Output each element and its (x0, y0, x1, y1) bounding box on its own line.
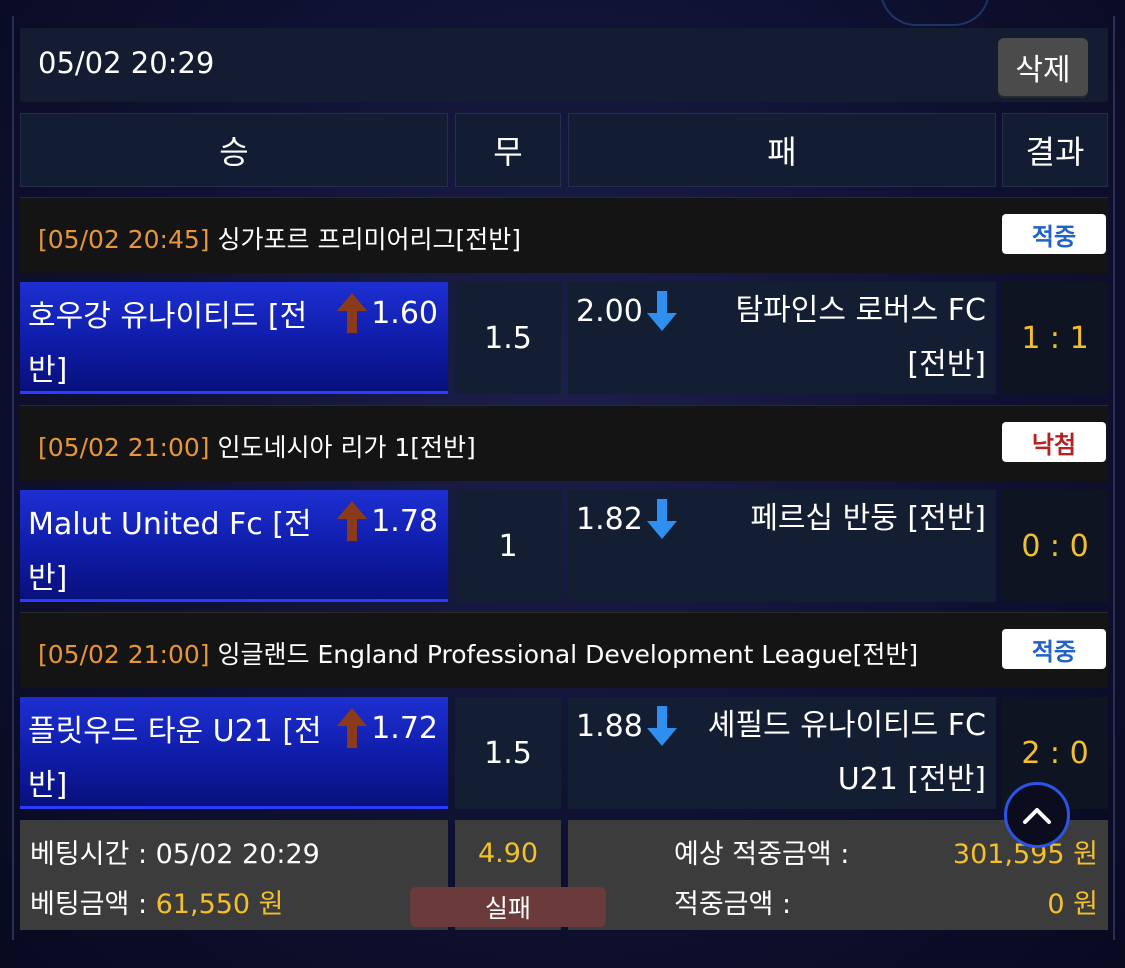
hit-amount-label: 적중금액 : (674, 889, 792, 920)
away-team-name: 셰필드 유나이티드 FC U21 [전반] (707, 708, 986, 797)
away-odds: 1.82 (576, 501, 643, 537)
league-name: 인도네시아 리가 1[전반] (217, 433, 476, 462)
draw-value[interactable]: 1 (455, 490, 561, 602)
away-odds-group: 1.88 (576, 701, 681, 751)
background-decoration (100, 944, 300, 968)
away-odds-group: 2.00 (576, 286, 681, 336)
match-score: 1 : 1 (1002, 282, 1108, 394)
bet-amount-value: 61,550 원 (155, 889, 284, 920)
away-odds: 1.88 (576, 708, 643, 744)
away-team-pick[interactable]: 1.88 셰필드 유나이티드 FC U21 [전반] (568, 697, 996, 809)
arrow-down-icon (646, 499, 677, 539)
arrow-up-icon (337, 293, 368, 333)
result-badge: 적중 (1002, 214, 1106, 254)
home-odds: 1.60 (371, 295, 438, 331)
home-odds: 1.72 (371, 710, 438, 746)
home-team-name: 플릿우드 타운 U21 [전반] (28, 714, 322, 803)
home-team-pick[interactable]: 호우강 유나이티드 [전반] 1.60 (20, 282, 448, 394)
result-badge: 낙첨 (1002, 422, 1106, 462)
bet-slip-header: 05/02 20:29 삭제 (20, 28, 1108, 102)
away-team-pick[interactable]: 2.00 탐파인스 로버스 FC [전반] (568, 282, 996, 394)
result-badge: 적중 (1002, 629, 1106, 669)
bet-status-badge: 실패 (410, 887, 606, 927)
home-odds-group: 1.72 (333, 703, 438, 753)
column-header-lose: 패 (568, 113, 996, 187)
home-team-pick[interactable]: 플릿우드 타운 U21 [전반] 1.72 (20, 697, 448, 809)
away-team-pick[interactable]: 1.82 페르십 반둥 [전반] (568, 490, 996, 602)
scroll-to-top-button[interactable] (1004, 782, 1070, 848)
league-title: [05/02 21:00] 잉글랜드 England Professional … (38, 635, 918, 671)
league-row: [05/02 21:00] 잉글랜드 England Professional … (20, 612, 1108, 688)
match-time: [05/02 21:00] (38, 433, 210, 462)
away-team-name: 탐파인스 로버스 FC [전반] (735, 293, 986, 382)
match-time: [05/02 21:00] (38, 640, 210, 669)
league-name: 잉글랜드 England Professional Development Le… (217, 640, 919, 669)
column-header-win: 승 (20, 113, 448, 187)
bet-amount-label: 베팅금액 : (30, 889, 156, 920)
arrow-up-icon (337, 708, 368, 748)
bet-amount-line: 베팅금액 : 61,550 원 (30, 882, 284, 921)
bet-time-value: 05/02 20:29 (155, 839, 320, 870)
total-odds-value: 4.90 (477, 838, 539, 869)
match-time: [05/02 20:45] (38, 225, 210, 254)
expected-win-label: 예상 적중금액 : (674, 839, 850, 870)
league-row: [05/02 20:45] 싱가포르 프리미어리그[전반] 적중 (20, 197, 1108, 273)
delete-button[interactable]: 삭제 (998, 38, 1088, 96)
away-team-name: 페르십 반둥 [전반] (750, 501, 986, 536)
league-title: [05/02 20:45] 싱가포르 프리미어리그[전반] (38, 220, 521, 256)
away-odds-group: 1.82 (576, 494, 681, 544)
chevron-up-icon (1023, 808, 1051, 824)
away-odds: 2.00 (576, 293, 643, 329)
home-team-name: 호우강 유나이티드 [전반] (28, 299, 308, 388)
column-header-draw: 무 (455, 113, 561, 187)
bet-timestamp: 05/02 20:29 (38, 46, 215, 80)
bet-time-line: 베팅시간 : 05/02 20:29 (30, 832, 320, 871)
home-odds-group: 1.78 (333, 496, 438, 546)
home-team-name: Malut United Fc [전반] (28, 507, 312, 596)
match-score: 0 : 0 (1002, 490, 1108, 602)
arrow-down-icon (646, 291, 677, 331)
league-row: [05/02 21:00] 인도네시아 리가 1[전반] 낙첨 (20, 405, 1108, 481)
bet-summary-left: 베팅시간 : 05/02 20:29 베팅금액 : 61,550 원 (20, 820, 448, 930)
bet-time-label: 베팅시간 : (30, 839, 156, 870)
home-odds: 1.78 (371, 503, 438, 539)
home-team-pick[interactable]: Malut United Fc [전반] 1.78 (20, 490, 448, 602)
arrow-up-icon (337, 501, 368, 541)
draw-value[interactable]: 1.5 (455, 697, 561, 809)
league-title: [05/02 21:00] 인도네시아 리가 1[전반] (38, 428, 476, 464)
arrow-down-icon (646, 706, 677, 746)
draw-value[interactable]: 1.5 (455, 282, 561, 394)
hit-amount-value: 0 원 (1047, 889, 1098, 920)
home-odds-group: 1.60 (333, 288, 438, 338)
league-name: 싱가포르 프리미어리그[전반] (217, 225, 521, 254)
column-header-result: 결과 (1002, 113, 1108, 187)
